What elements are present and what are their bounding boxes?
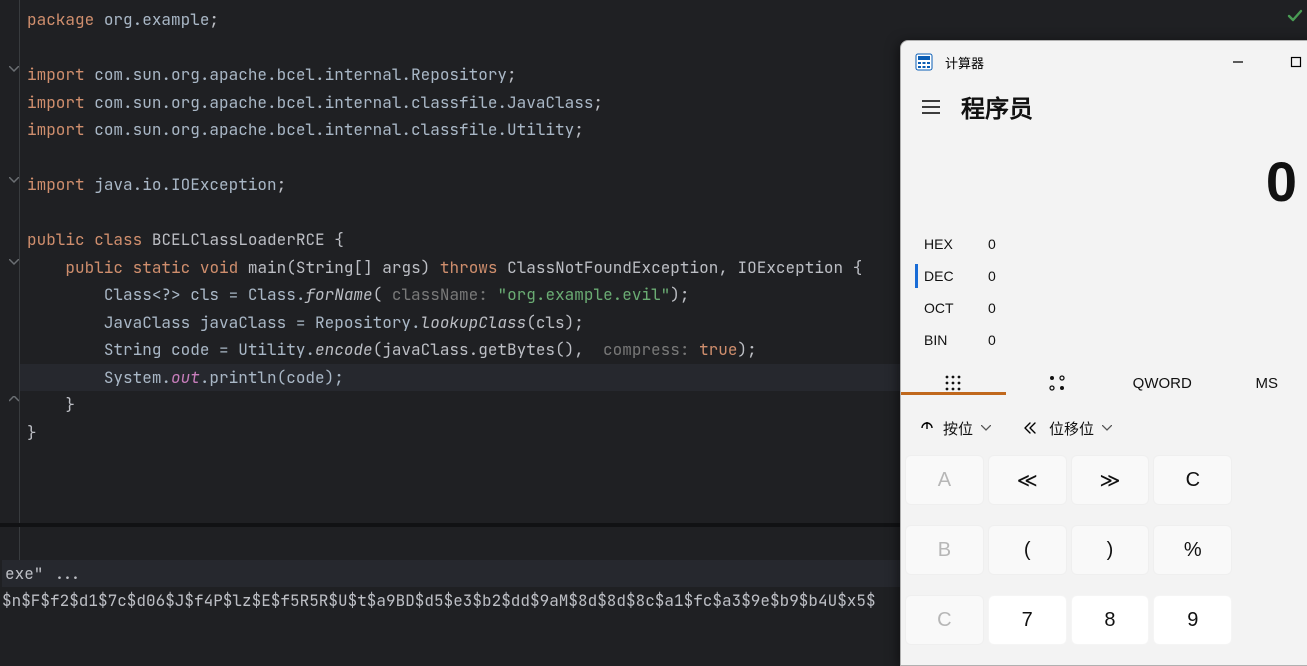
calculator-title: 计算器 xyxy=(945,53,984,72)
calculator-display: 0 xyxy=(901,124,1307,232)
keypad: A≪≫CB()%C789 xyxy=(901,450,1307,665)
operator-row: 按位 位移位 xyxy=(901,406,1307,450)
calc-key[interactable]: 7 xyxy=(988,595,1067,645)
fold-icon[interactable] xyxy=(9,66,17,74)
calc-key[interactable]: 8 xyxy=(1071,595,1150,645)
calc-key[interactable]: A xyxy=(905,455,984,505)
memory-row: QWORD MS xyxy=(901,362,1307,406)
memory-store-button[interactable]: MS xyxy=(1215,375,1307,395)
minimize-button[interactable] xyxy=(1215,41,1261,83)
calculator-mode: 程序员 xyxy=(961,89,1033,124)
calculator-app-icon xyxy=(915,53,933,71)
analysis-ok-icon[interactable] xyxy=(1287,8,1303,29)
calc-key[interactable]: % xyxy=(1153,525,1232,575)
keypad-mode-icon[interactable] xyxy=(901,374,1006,395)
fold-icon[interactable] xyxy=(9,396,17,404)
hamburger-icon[interactable] xyxy=(921,97,941,117)
calc-key[interactable]: B xyxy=(905,525,984,575)
calculator-window[interactable]: 计算器 程序员 0 HEX0 DEC0 OCT0 BIN0 QWORD MS 按… xyxy=(900,40,1307,666)
bitwise-icon xyxy=(919,420,935,436)
calculator-header: 程序员 xyxy=(901,83,1307,124)
bit-toggle-mode-icon[interactable] xyxy=(1006,374,1111,395)
calc-key[interactable]: C xyxy=(905,595,984,645)
calc-key[interactable]: C xyxy=(1153,455,1232,505)
base-dec[interactable]: DEC0 xyxy=(915,264,1305,288)
base-hex[interactable]: HEX0 xyxy=(915,232,1305,256)
fold-icon[interactable] xyxy=(9,259,17,267)
fold-icon[interactable] xyxy=(9,177,17,185)
base-bin[interactable]: BIN0 xyxy=(915,328,1305,352)
bitshift-icon xyxy=(1023,421,1041,435)
calc-key[interactable]: ) xyxy=(1071,525,1150,575)
maximize-button[interactable] xyxy=(1273,41,1307,83)
chevron-down-icon xyxy=(981,425,991,431)
calc-key[interactable]: ≪ xyxy=(988,455,1067,505)
base-oct[interactable]: OCT0 xyxy=(915,296,1305,320)
calc-key[interactable]: ( xyxy=(988,525,1067,575)
calc-key[interactable]: ≫ xyxy=(1071,455,1150,505)
display-value: 0 xyxy=(1266,149,1297,214)
calculator-titlebar[interactable]: 计算器 xyxy=(901,41,1307,83)
bitshift-dropdown[interactable]: 位移位 xyxy=(1023,418,1112,439)
base-list: HEX0 DEC0 OCT0 BIN0 xyxy=(901,232,1307,362)
bitwise-dropdown[interactable]: 按位 xyxy=(919,418,991,439)
chevron-down-icon xyxy=(1102,425,1112,431)
editor-gutter xyxy=(0,0,20,560)
calc-key[interactable]: 9 xyxy=(1153,595,1232,645)
word-size-button[interactable]: QWORD xyxy=(1110,375,1215,395)
